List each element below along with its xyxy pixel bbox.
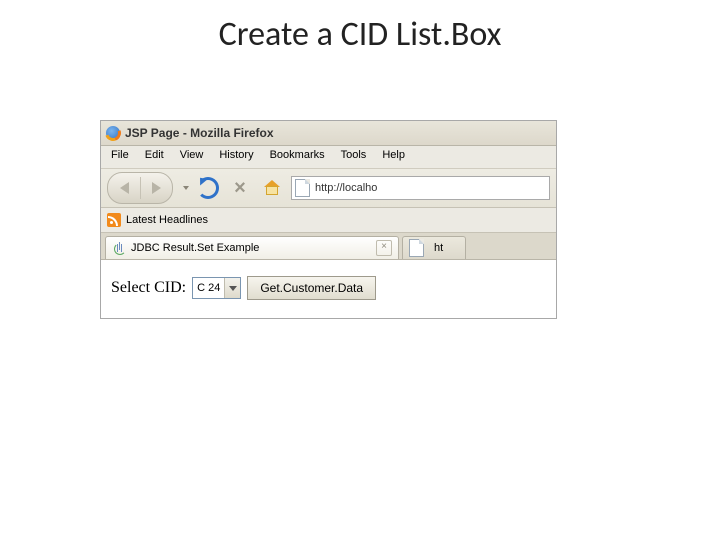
address-bar-text: http://localho (315, 182, 377, 194)
get-customer-data-button[interactable]: Get.Customer.Data (247, 276, 376, 300)
tab-label: JDBC Result.Set Example (131, 242, 259, 254)
stop-icon: × (234, 178, 246, 198)
window-title-text: JSP Page - Mozilla Firefox (125, 126, 274, 140)
forward-button[interactable] (152, 182, 161, 194)
tab-close-button[interactable]: × (376, 240, 392, 256)
navigation-toolbar: × http://localho (101, 169, 556, 208)
stop-button[interactable]: × (227, 175, 253, 201)
menu-help[interactable]: Help (374, 146, 413, 168)
tab-favicon-icon (409, 239, 424, 257)
history-dropdown-icon[interactable] (183, 186, 189, 190)
cid-label: Select CID: (111, 279, 186, 297)
home-icon (264, 181, 280, 195)
menu-bookmarks[interactable]: Bookmarks (262, 146, 333, 168)
cid-select[interactable]: C 24 (192, 277, 241, 299)
menu-bar: File Edit View History Bookmarks Tools H… (101, 146, 556, 169)
home-button[interactable] (259, 175, 285, 201)
tab-favicon-icon (112, 241, 126, 255)
cid-select-value: C 24 (197, 282, 220, 294)
tab-jdbc-resultset[interactable]: JDBC Result.Set Example × (105, 236, 399, 259)
address-bar[interactable]: http://localho (291, 176, 550, 200)
back-button[interactable] (120, 182, 129, 194)
back-forward-group (107, 172, 173, 204)
window-titlebar: JSP Page - Mozilla Firefox (101, 121, 556, 146)
page-content: Select CID: C 24 Get.Customer.Data (101, 260, 556, 318)
firefox-window: JSP Page - Mozilla Firefox File Edit Vie… (100, 120, 557, 319)
slide-title: Create a CID List.Box (0, 14, 720, 55)
menu-file[interactable]: File (103, 146, 137, 168)
tab-label: ht (434, 242, 443, 254)
dropdown-arrow-icon (224, 278, 240, 298)
firefox-icon (105, 125, 121, 141)
reload-button[interactable] (195, 175, 221, 201)
menu-tools[interactable]: Tools (333, 146, 375, 168)
page-icon (295, 179, 310, 197)
rss-icon (107, 213, 121, 227)
bookmarks-toolbar: Latest Headlines (101, 208, 556, 233)
bookmark-latest-headlines[interactable]: Latest Headlines (126, 214, 208, 226)
tab-secondary[interactable]: ht (402, 236, 466, 259)
menu-history[interactable]: History (211, 146, 261, 168)
menu-edit[interactable]: Edit (137, 146, 172, 168)
reload-icon (197, 177, 219, 199)
menu-view[interactable]: View (172, 146, 212, 168)
tab-bar: JDBC Result.Set Example × ht (101, 233, 556, 260)
